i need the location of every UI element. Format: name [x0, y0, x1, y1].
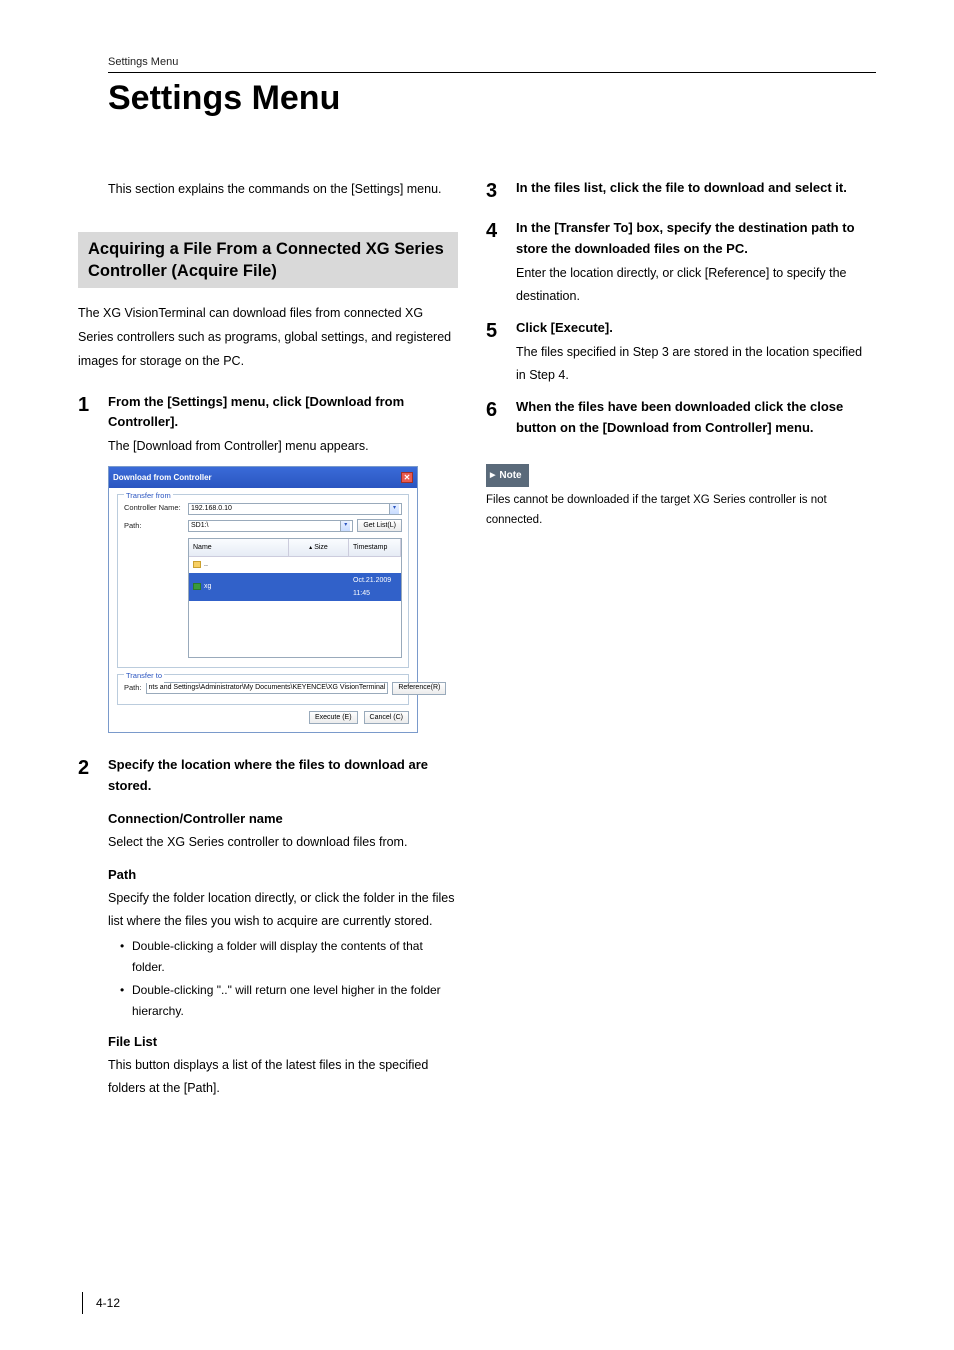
page-title: Settings Menu [108, 79, 876, 118]
page-number: 4-12 [96, 1296, 120, 1310]
step-4-heading: In the [Transfer To] box, specify the de… [516, 218, 866, 260]
file-list-header: Name ▴Size Timestamp [189, 539, 401, 557]
step-1-text: The [Download from Controller] menu appe… [108, 435, 458, 458]
col-timestamp[interactable]: Timestamp [349, 539, 401, 556]
step-6-heading: When the files have been downloaded clic… [516, 397, 866, 439]
step-2: 2 Specify the location where the files t… [78, 755, 458, 799]
path-value: SD1:\ [191, 519, 209, 532]
section-description: The XG VisionTerminal can download files… [78, 302, 458, 373]
transfer-from-legend: Transfer from [124, 489, 173, 503]
bullet-item: Double-clicking a folder will display th… [120, 936, 458, 978]
note-text: Files cannot be downloaded if the target… [486, 491, 866, 530]
transfer-from-group: Transfer from Controller Name: 192.168.0… [117, 494, 409, 668]
step-number: 6 [486, 397, 516, 423]
step-5-text: The files specified in Step 3 are stored… [516, 341, 866, 387]
reference-button[interactable]: Reference(R) [392, 682, 446, 695]
step-number: 4 [486, 218, 516, 244]
path-to-input[interactable]: nts and Settings\Administrator\My Docume… [146, 682, 389, 694]
step-3-heading: In the files list, click the file to dow… [516, 178, 866, 199]
step-3: 3 In the files list, click the file to d… [486, 178, 866, 204]
breadcrumb: Settings Menu [108, 56, 876, 68]
filelist-heading: File List [108, 1030, 458, 1055]
path-text: Specify the folder location directly, or… [108, 887, 458, 933]
connection-text: Select the XG Series controller to downl… [108, 831, 458, 854]
footer-rule [82, 1292, 83, 1314]
step-5: 5 Click [Execute]. The files specified i… [486, 318, 866, 387]
header-rule [108, 72, 876, 73]
step-number: 2 [78, 755, 108, 781]
folder-icon [193, 583, 201, 590]
step-number: 5 [486, 318, 516, 344]
path-bullets: Double-clicking a folder will display th… [120, 936, 458, 1022]
step-5-heading: Click [Execute]. [516, 318, 866, 339]
dialog-titlebar: Download from Controller ✕ [109, 467, 417, 488]
path-heading: Path [108, 863, 458, 888]
controller-dropdown[interactable]: 192.168.0.10 ▾ [188, 503, 402, 515]
col-size[interactable]: ▴Size [289, 539, 349, 556]
file-row-xg[interactable]: xg Oct.21.2009 11:45 [189, 573, 401, 602]
connection-heading: Connection/Controller name [108, 807, 458, 832]
step-1: 1 From the [Settings] menu, click [Downl… [78, 392, 458, 459]
path-label: Path: [124, 519, 184, 533]
col-name[interactable]: Name [189, 539, 289, 556]
folder-icon [193, 561, 201, 568]
cancel-button[interactable]: Cancel (C) [364, 711, 409, 724]
file-list[interactable]: Name ▴Size Timestamp .. xg [188, 538, 402, 658]
step-2-heading: Specify the location where the files to … [108, 755, 458, 797]
download-dialog: Download from Controller ✕ Transfer from… [108, 466, 418, 733]
step-number: 1 [78, 392, 108, 418]
step-4-text: Enter the location directly, or click [R… [516, 262, 866, 308]
execute-button[interactable]: Execute (E) [309, 711, 358, 724]
controller-value: 192.168.0.10 [191, 502, 232, 515]
chevron-down-icon[interactable]: ▾ [340, 521, 350, 531]
transfer-to-legend: Transfer to [124, 669, 164, 683]
content-columns: This section explains the commands on th… [78, 178, 876, 1110]
chevron-down-icon[interactable]: ▾ [389, 504, 399, 514]
dialog-title-text: Download from Controller [113, 470, 212, 485]
transfer-to-group: Transfer to Path: nts and Settings\Admin… [117, 674, 409, 705]
step-6: 6 When the files have been downloaded cl… [486, 397, 866, 441]
filelist-text: This button displays a list of the lates… [108, 1054, 458, 1100]
left-column: This section explains the commands on th… [78, 178, 458, 1110]
bullet-item: Double-clicking ".." will return one lev… [120, 980, 458, 1022]
path-dropdown[interactable]: SD1:\ ▾ [188, 520, 353, 532]
close-icon[interactable]: ✕ [401, 472, 413, 483]
note-badge: Note [486, 464, 529, 487]
step-4: 4 In the [Transfer To] box, specify the … [486, 218, 866, 308]
step-number: 3 [486, 178, 516, 204]
step-1-heading: From the [Settings] menu, click [Downloa… [108, 392, 458, 434]
file-row-up[interactable]: .. [189, 557, 401, 572]
section-heading: Acquiring a File From a Connected XG Ser… [78, 232, 458, 289]
intro-text: This section explains the commands on th… [108, 178, 458, 202]
get-list-button[interactable]: Get List(L) [357, 519, 402, 532]
right-column: 3 In the files list, click the file to d… [486, 178, 866, 1110]
